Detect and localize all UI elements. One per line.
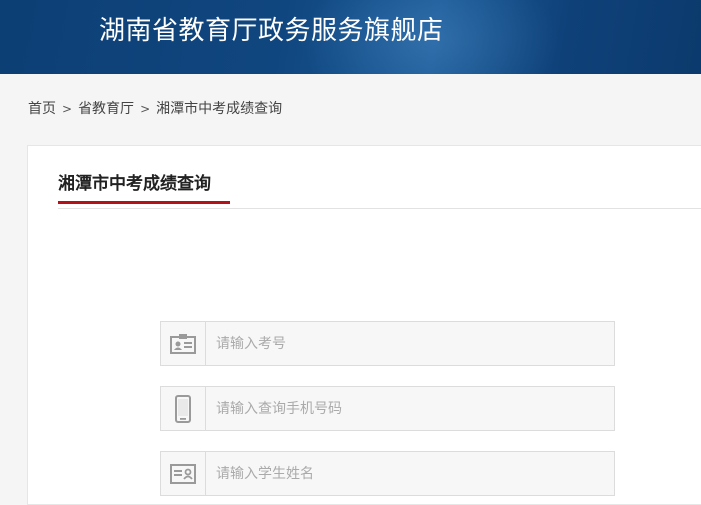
site-title: 湖南省教育厅政务服务旗舰店 — [99, 16, 444, 46]
name-card-icon — [161, 452, 206, 495]
phone-number-field — [160, 386, 621, 431]
exam-number-field — [160, 321, 621, 366]
breadcrumb: 首页 > 省教育厅 > 湘潭市中考成绩查询 — [28, 99, 282, 119]
id-card-icon — [161, 322, 206, 365]
title-divider — [58, 208, 701, 209]
student-name-input[interactable] — [206, 452, 621, 495]
phone-number-input[interactable] — [206, 387, 621, 430]
exam-number-input[interactable] — [206, 322, 621, 365]
breadcrumb-separator: > — [62, 102, 73, 116]
site-header: 湖南省教育厅政务服务旗舰店 — [0, 0, 701, 74]
breadcrumb-current-page: 湘潭市中考成绩查询 — [156, 101, 283, 117]
panel-title: 湘潭市中考成绩查询 — [58, 174, 211, 194]
breadcrumb-home-link[interactable]: 首页 — [28, 101, 56, 117]
mobile-phone-icon — [161, 387, 206, 430]
breadcrumb-department-link[interactable]: 省教育厅 — [78, 101, 134, 117]
breadcrumb-separator: > — [140, 102, 151, 116]
student-name-field — [160, 451, 621, 496]
query-panel: 湘潭市中考成绩查询 — [27, 145, 701, 505]
title-underline — [58, 201, 230, 204]
